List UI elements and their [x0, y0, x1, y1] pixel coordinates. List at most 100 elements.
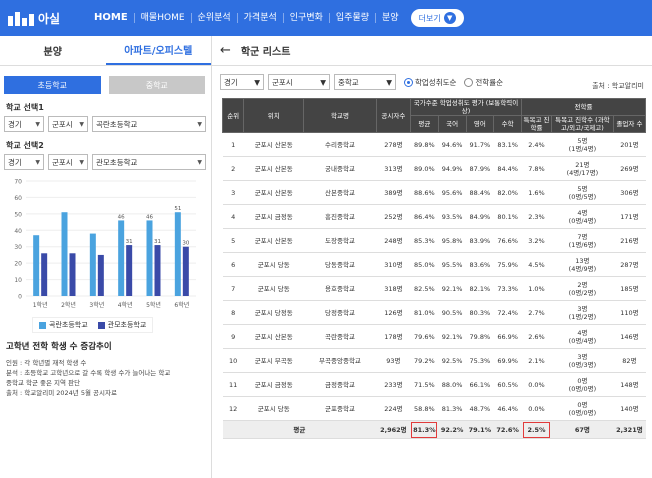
table-body: 1 군포시 산본동 수리중학교 278명 89.8% 94.6% 91.7% 83.1% 2.4… — [222, 132, 646, 439]
col-students: 공시자수 — [375, 98, 411, 133]
select1-school-value: 곡란초등학교 — [96, 119, 138, 129]
cell-value: 7명 — [577, 232, 588, 241]
cell-value: 46.4% — [497, 404, 518, 413]
cell-value: 수리중학교 — [325, 140, 355, 149]
table-row[interactable]: 1 군포시 산본동 수리중학교 278명 89.8% 94.6% 91.7% 83.1% 2.4… — [222, 132, 646, 157]
table-cell: 4명 (0명/4명) — [551, 204, 614, 229]
table-cell: 도장중학교 — [303, 228, 377, 253]
logo[interactable]: 아실 — [8, 10, 88, 27]
table-cell: 3명 (0명/3명) — [551, 348, 614, 373]
cell-subvalue: (0명/2명) — [568, 288, 597, 297]
table-cell: 3 — [222, 180, 244, 205]
nav-supply[interactable]: 입주물량 — [328, 13, 375, 23]
table-cell: 278명 — [376, 132, 411, 157]
cell-value: 389명 — [384, 188, 403, 197]
table-cell: 76.6% — [493, 228, 522, 253]
radio-on-icon — [404, 77, 413, 87]
chevron-down-icon: ▼ — [443, 12, 456, 24]
tab-presale[interactable]: 분양 — [0, 36, 106, 65]
table-row[interactable]: 9 군포시 산본동 곡란중학교 178명 79.6% 92.1% 79.8% 66.9% 2.6… — [222, 324, 646, 349]
table-row[interactable]: 6 군포시 당동 당동중학교 310명 85.0% 95.5% 83.6% 75.9% 4.5%… — [222, 252, 646, 277]
cell-value: 79.8% — [469, 332, 491, 341]
cell-value: 당정중학교 — [325, 308, 355, 317]
table-cell: 금정중학교 — [303, 372, 377, 397]
table-cell: 2.7% — [521, 300, 552, 325]
nav-population[interactable]: 인구변화 — [282, 13, 329, 23]
table-cell: 군포시 산본동 — [243, 228, 304, 253]
table-row[interactable]: 10 군포시 부곡동 부곡중앙중학교 93명 79.2% 92.5% 75.3% 69.9% 2… — [222, 348, 646, 373]
table-row[interactable]: 11 군포시 금정동 금정중학교 233명 71.5% 88.0% 66.1% 60.5% 0.… — [222, 372, 646, 397]
table-row[interactable]: 3 군포시 산본동 산본중학교 389명 88.6% 95.6% 88.4% 82.0% 1.6… — [222, 180, 646, 205]
legend-label-1: 곡란초등학교 — [49, 321, 88, 329]
cell-value: 91.7% — [469, 140, 491, 149]
back-arrow-icon[interactable]: ← — [220, 43, 231, 58]
cell-value: 7.8% — [528, 164, 545, 173]
table-row[interactable]: 12 군포시 당동 군포중학교 224명 58.8% 81.3% 48.7% 46.4% 0.0… — [222, 396, 646, 421]
table-cell: 95.8% — [438, 228, 466, 253]
table-row[interactable]: 2 군포시 산본동 궁내중학교 313명 89.0% 94.9% 87.9% 84.4% 7.8… — [222, 156, 646, 181]
cell-value: 88.0% — [441, 380, 463, 389]
cell-subvalue: (0명/4명) — [568, 336, 597, 345]
cell-value: 9 — [231, 332, 236, 341]
radio-achievement[interactable]: 학업성취도순 — [404, 77, 456, 88]
bar-1 — [146, 220, 153, 296]
nav-listing-home[interactable]: 매물HOME — [133, 13, 191, 23]
cell-value: 11 — [229, 380, 238, 389]
select1-region[interactable]: 경기 ▼ — [4, 116, 44, 132]
nav-price[interactable]: 가격분석 — [236, 13, 283, 23]
filter-region[interactable]: 경기 ▼ — [220, 74, 264, 90]
select2-region[interactable]: 경기 ▼ — [4, 154, 44, 170]
tab-apartment[interactable]: 아파트/오피스텔 — [105, 36, 211, 65]
nav-presale[interactable]: 분양 — [375, 13, 405, 23]
table-cell: 69.9% — [493, 348, 522, 373]
table-cell: 1.6% — [521, 180, 552, 205]
cell-value: 48.7% — [469, 404, 491, 413]
cell-value: 도장중학교 — [325, 236, 355, 245]
more-button[interactable]: 더보기 ▼ — [410, 9, 464, 27]
table-row[interactable]: 7 군포시 당동 용호중학교 318명 82.5% 92.1% 82.1% 73.3% 1.0%… — [222, 276, 646, 301]
select1-school[interactable]: 곡란초등학교 ▼ — [92, 116, 206, 132]
tab-middle[interactable]: 중학교 — [108, 76, 205, 94]
table-row[interactable]: 4 군포시 금정동 흥진중학교 252명 86.4% 93.5% 84.9% 80.1% 2.3… — [222, 204, 646, 229]
table-cell: 94.9% — [438, 156, 466, 181]
filter-city[interactable]: 군포시 ▼ — [268, 74, 330, 90]
tab-elementary[interactable]: 초등학교 — [4, 76, 101, 94]
table-row[interactable]: 5 군포시 산본동 도장중학교 248명 85.3% 95.8% 83.9% 76.6% 3.2… — [222, 228, 646, 253]
col-avg: 평균 — [409, 115, 439, 133]
table-cell: 389명 — [376, 180, 411, 205]
table-cell: 66.9% — [493, 324, 522, 349]
table-cell: 94.6% — [438, 132, 466, 157]
cell-value: 88.6% — [414, 188, 435, 197]
cell-value: 178명 — [384, 332, 403, 341]
table-cell: 8 — [222, 300, 244, 325]
table-cell: 군포시 당정동 — [243, 300, 304, 325]
chevron-down-icon: ▼ — [79, 120, 84, 128]
radio-transfer[interactable]: 전학률순 — [464, 77, 503, 88]
nav-ranking[interactable]: 순위분석 — [190, 13, 237, 23]
average-cell: 2.5% — [521, 420, 552, 439]
cell-value: 3명 — [577, 304, 588, 313]
table-row[interactable]: 8 군포시 당정동 당정중학교 126명 81.0% 90.5% 80.3% 72.4% 2.7… — [222, 300, 646, 325]
cell-value: 8 — [231, 308, 236, 317]
select1-city[interactable]: 군포시 ▼ — [48, 116, 88, 132]
select2-city[interactable]: 군포시 ▼ — [48, 154, 88, 170]
filter-level[interactable]: 중학교 ▼ — [334, 74, 396, 90]
table-cell: 72.4% — [493, 300, 522, 325]
main-nav: HOME 매물HOME 순위분석 가격분석 인구변화 입주물량 분양 — [88, 13, 405, 23]
select2-school[interactable]: 관모초등학교 ▼ — [92, 154, 206, 170]
cell-value: 66.1% — [469, 380, 491, 389]
bar-1 — [118, 220, 125, 296]
cell-value: 92.1% — [441, 332, 463, 341]
table-cell: 178명 — [376, 324, 411, 349]
cell-value: 110명 — [620, 308, 639, 317]
table-cell: 86.4% — [410, 204, 439, 229]
cell-value: 86.4% — [414, 212, 435, 221]
average-row: 평균 2,962명 81.3% 92.2% 79.1% 72.6% 2.5% 67명 2,321… — [222, 420, 646, 439]
bar-1 — [174, 212, 181, 296]
table-cell: 군포시 산본동 — [243, 180, 304, 205]
cell-value: 군포시 산본동 — [254, 332, 293, 341]
data-label: 51 — [174, 206, 181, 212]
cell-value: 4명 — [577, 328, 588, 337]
nav-home[interactable]: HOME — [88, 13, 134, 23]
cell-subvalue: (0명/0명) — [568, 384, 597, 393]
